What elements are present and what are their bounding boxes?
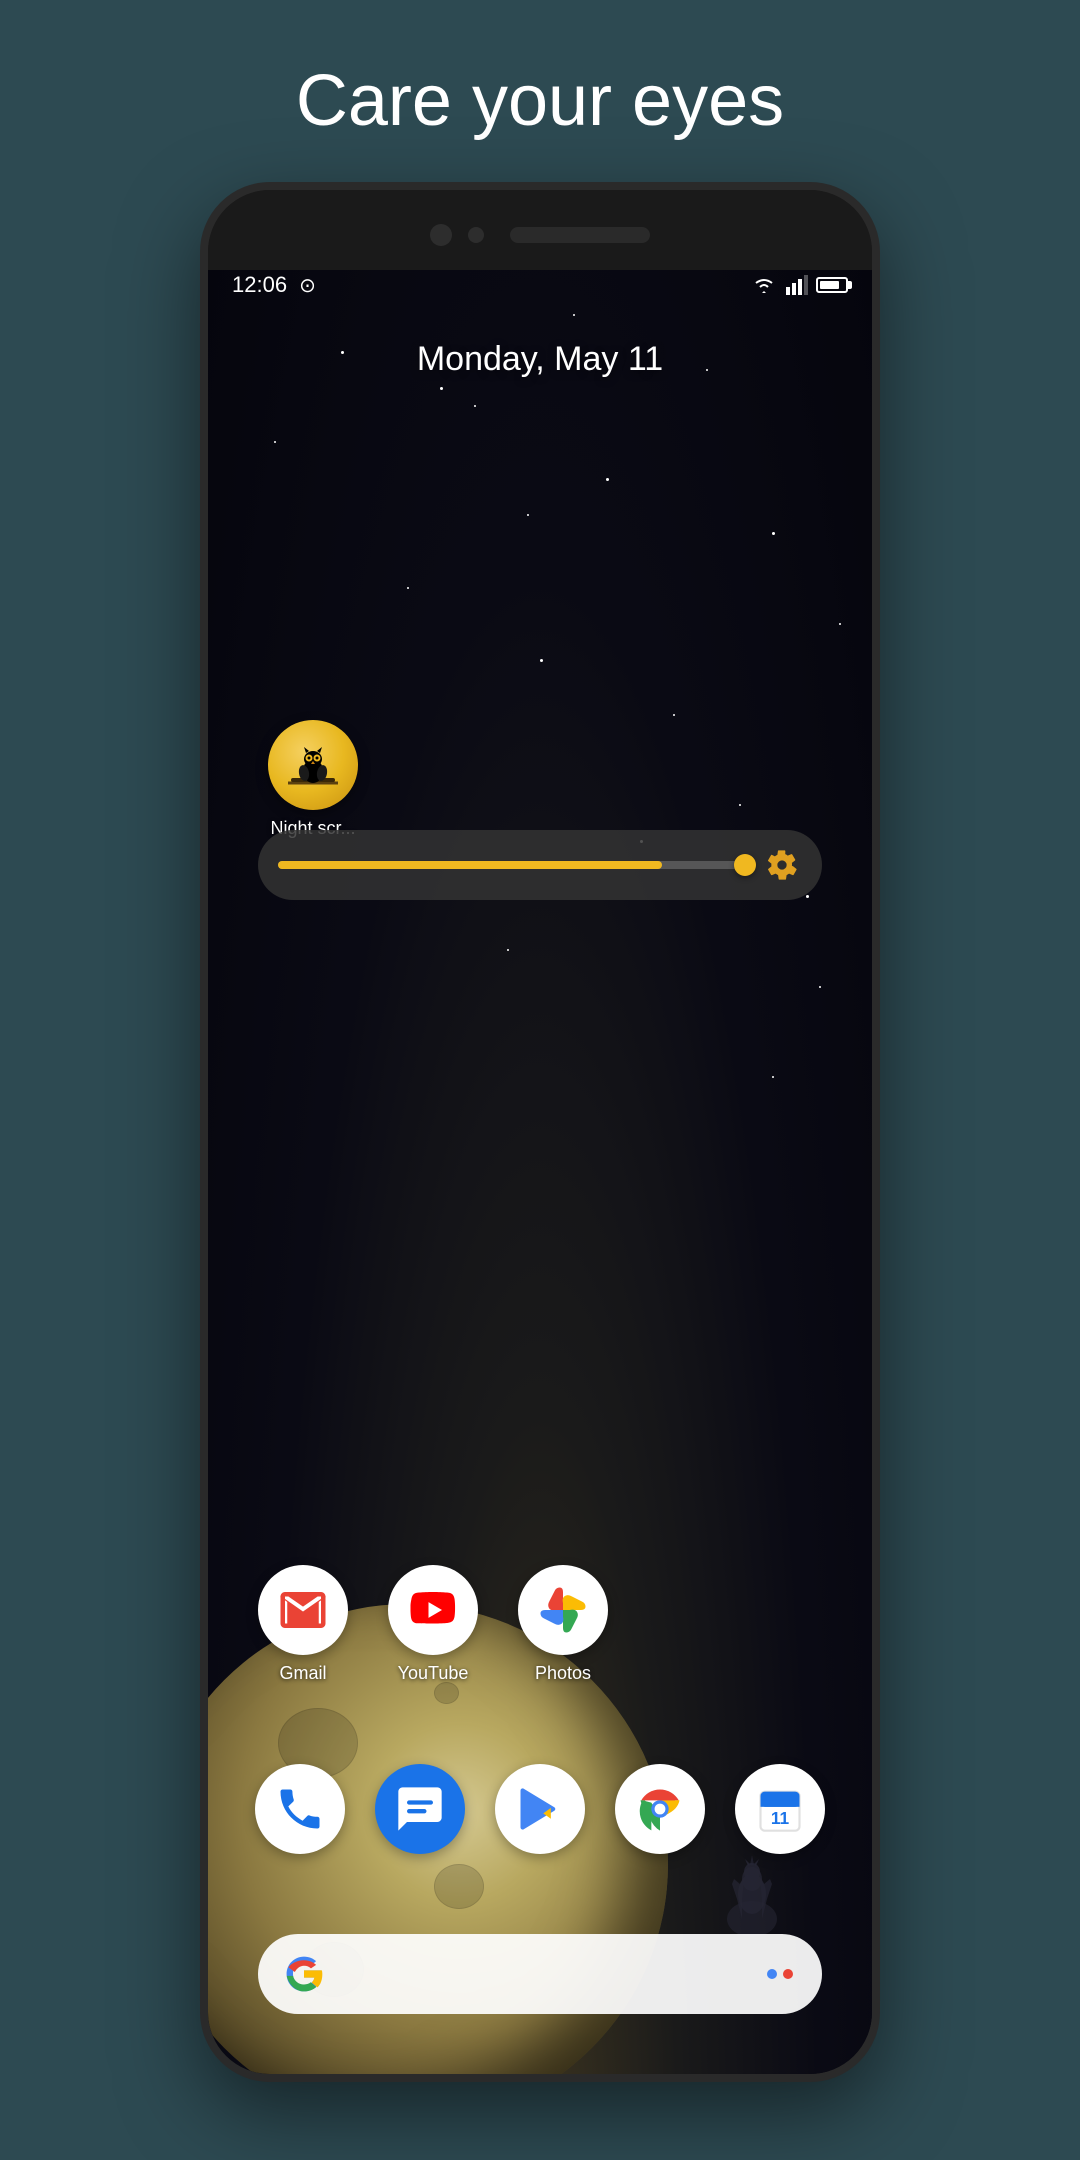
app-chrome[interactable] <box>615 1764 705 1854</box>
app-messages[interactable] <box>375 1764 465 1854</box>
photos-icon[interactable] <box>518 1565 608 1655</box>
screen: 12:06 ⊙ <box>208 260 872 2074</box>
svg-text:11: 11 <box>771 1808 790 1828</box>
app-calendar[interactable]: 11 <box>735 1764 825 1854</box>
wolf-silhouette <box>712 1839 792 1944</box>
gear-icon <box>766 849 798 881</box>
play-icon[interactable] <box>495 1764 585 1854</box>
phone-frame: 12:06 ⊙ <box>200 182 880 2082</box>
gmail-icon[interactable] <box>258 1565 348 1655</box>
wolf-svg <box>712 1839 792 1939</box>
gmail-svg <box>276 1583 330 1637</box>
app-row-2: 11 <box>258 1764 822 1854</box>
chrome-icon[interactable] <box>615 1764 705 1854</box>
gmail-label: Gmail <box>279 1663 326 1684</box>
settings-gear-icon[interactable] <box>762 845 802 885</box>
app-gmail[interactable]: Gmail <box>258 1565 348 1684</box>
night-screen-icon[interactable] <box>268 720 358 810</box>
status-time: 12:06 <box>232 272 287 298</box>
youtube-icon[interactable] <box>388 1565 478 1655</box>
slider-fill <box>278 861 662 869</box>
front-camera <box>430 224 452 246</box>
speaker <box>510 227 650 243</box>
app-row-1: Gmail YouTube <box>258 1565 822 1684</box>
photos-label: Photos <box>535 1663 591 1684</box>
status-left: 12:06 ⊙ <box>232 272 316 298</box>
phone-svg <box>274 1783 326 1835</box>
search-bar[interactable] <box>258 1934 822 2014</box>
brightness-widget[interactable] <box>258 830 822 900</box>
youtube-svg <box>406 1583 460 1637</box>
youtube-label: YouTube <box>398 1663 469 1684</box>
assistant-icon[interactable] <box>762 1956 798 1992</box>
app-notification-icon: ⊙ <box>299 273 316 298</box>
status-bar: 12:06 ⊙ <box>208 260 872 310</box>
battery-fill <box>820 281 839 289</box>
calendar-icon[interactable]: 11 <box>735 1764 825 1854</box>
slider-track[interactable] <box>278 861 746 869</box>
app-photos[interactable]: Photos <box>518 1565 608 1684</box>
wifi-icon <box>750 275 778 295</box>
calendar-svg: 11 <box>754 1783 806 1835</box>
page-heading: Care your eyes <box>296 60 784 142</box>
date-text: Monday, May 11 <box>208 340 872 379</box>
status-right <box>750 275 848 295</box>
night-screen-app[interactable]: Night scr... <box>268 720 358 839</box>
date-widget: Monday, May 11 <box>208 340 872 379</box>
phone-top-bezel <box>208 190 872 270</box>
battery-icon <box>816 277 848 293</box>
messages-svg <box>394 1783 446 1835</box>
slider-thumb[interactable] <box>734 854 756 876</box>
app-play[interactable] <box>495 1764 585 1854</box>
sensor <box>468 227 484 243</box>
google-logo <box>282 1952 326 1996</box>
messages-icon[interactable] <box>375 1764 465 1854</box>
photos-svg <box>536 1583 590 1637</box>
play-svg <box>514 1783 566 1835</box>
chrome-svg <box>634 1783 686 1835</box>
owl-icon <box>283 735 343 795</box>
app-youtube[interactable]: YouTube <box>388 1565 478 1684</box>
app-phone[interactable] <box>255 1764 345 1854</box>
phone-icon[interactable] <box>255 1764 345 1854</box>
signal-icon <box>786 275 808 295</box>
